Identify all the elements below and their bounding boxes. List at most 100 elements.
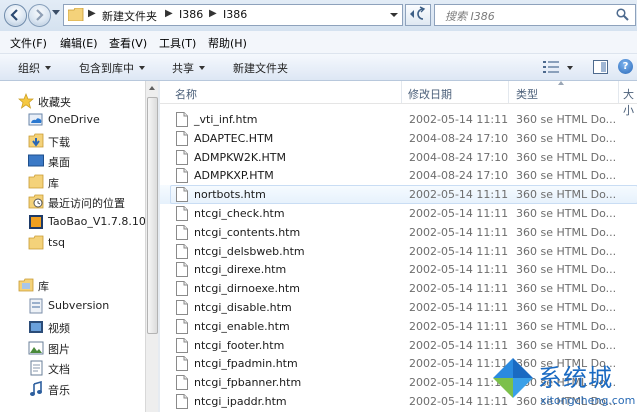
html-file-icon xyxy=(176,262,188,277)
scroll-up-arrow-icon[interactable] xyxy=(149,86,155,90)
file-name: ntcgi_fpadmin.htm xyxy=(194,357,298,370)
scrollbar-thumb[interactable] xyxy=(147,97,158,334)
refresh-button[interactable] xyxy=(405,4,431,26)
file-modified-date: 2002-05-14 11:11 xyxy=(409,339,509,352)
file-row[interactable]: ntcgi_delsbweb.htm 2002-05-14 11:11 360 se… xyxy=(160,242,637,261)
share-button[interactable]: 共享 xyxy=(172,60,205,76)
breadcrumb-i386-current[interactable]: I386 xyxy=(223,8,247,21)
breadcrumb-separator-icon[interactable]: ▶ xyxy=(88,8,96,19)
file-row[interactable]: ntcgi_footer.htm 2002-05-14 11:11 360 se H… xyxy=(160,336,637,355)
file-row[interactable]: ADMPKXP.HTM 2004-08-24 17:10 360 se HTML D… xyxy=(160,166,637,185)
new-folder-button[interactable]: 新建文件夹 xyxy=(233,60,288,76)
nav-pane-scrollbar[interactable] xyxy=(145,81,158,412)
sort-indicator-icon xyxy=(558,81,564,85)
nav-item-label: 库 xyxy=(48,177,59,190)
share-label: 共享 xyxy=(172,62,194,75)
file-type: 360 se HTML Do... xyxy=(516,113,617,126)
file-row[interactable]: ntcgi_check.htm 2002-05-14 11:11 360 se HT… xyxy=(160,204,637,223)
file-name: ntcgi_check.htm xyxy=(194,207,285,220)
nav-item-label: Subversion xyxy=(48,299,110,312)
html-file-icon xyxy=(176,225,188,240)
desktop-icon xyxy=(28,154,44,167)
address-breadcrumb[interactable]: ▶ 新建文件夹 ▶ I386 ▶ I386 xyxy=(63,4,403,26)
library-folder-icon xyxy=(28,174,44,189)
breadcrumb-separator-icon[interactable]: ▶ xyxy=(209,8,217,19)
file-row[interactable]: _vti_inf.htm 2002-05-14 11:11 360 se HTML … xyxy=(160,110,637,129)
file-row[interactable]: ADMPKW2K.HTM 2004-08-24 17:10 360 se HTML … xyxy=(160,148,637,167)
file-modified-date: 2002-05-14 11:11 xyxy=(409,263,509,276)
watermark-url: xitongcheng.com xyxy=(540,394,636,407)
breadcrumb-i386-parent[interactable]: I386 xyxy=(179,8,203,21)
organize-button[interactable]: 组织 xyxy=(18,60,51,76)
view-options-dropdown[interactable] xyxy=(567,66,573,70)
html-file-icon xyxy=(176,187,188,202)
command-bar: 组织 包含到库中 共享 新建文件夹 ? xyxy=(0,54,637,81)
html-file-icon xyxy=(176,150,188,165)
html-file-icon xyxy=(176,356,188,371)
preview-pane-icon[interactable] xyxy=(593,60,608,74)
change-view-icon[interactable] xyxy=(543,61,559,73)
taobao-folder-icon xyxy=(29,215,43,229)
star-icon xyxy=(18,93,34,109)
help-icon[interactable]: ? xyxy=(618,59,633,74)
menu-file[interactable]: 文件(F) xyxy=(10,35,47,51)
file-modified-date: 2002-05-14 11:11 xyxy=(409,320,509,333)
search-input[interactable]: 搜索 I386 xyxy=(434,4,636,26)
file-row[interactable]: ntcgi_enable.htm 2002-05-14 11:11 360 se H… xyxy=(160,317,637,336)
column-divider[interactable] xyxy=(401,81,402,103)
search-icon[interactable] xyxy=(616,8,629,21)
nav-item-label: OneDrive xyxy=(48,113,100,126)
include-in-library-button[interactable]: 包含到库中 xyxy=(79,60,145,76)
file-name: _vti_inf.htm xyxy=(194,113,258,126)
recent-pages-dropdown[interactable] xyxy=(52,10,60,15)
file-type: 360 se HTML Do... xyxy=(516,301,617,314)
dropdown-caret-icon xyxy=(139,66,145,70)
nav-item-label: 音乐 xyxy=(48,384,70,397)
file-row[interactable]: ntcgi_dirnoexe.htm 2002-05-14 11:11 360 se… xyxy=(160,279,637,298)
column-divider[interactable] xyxy=(508,81,509,103)
menu-help[interactable]: 帮助(H) xyxy=(208,35,247,51)
recent-places-icon xyxy=(28,194,44,209)
menu-edit[interactable]: 编辑(E) xyxy=(60,35,98,51)
file-row[interactable]: ADAPTEC.HTM 2004-08-24 17:10 360 se HTML D… xyxy=(160,129,637,148)
column-header-type[interactable]: 类型 xyxy=(516,86,538,102)
watermark-text: 系统城 xyxy=(538,364,613,392)
file-row[interactable]: nortbots.htm 2002-05-14 11:11 360 se HTML … xyxy=(160,185,637,204)
file-modified-date: 2002-05-14 11:11 xyxy=(409,188,509,201)
column-header-name[interactable]: 名称 xyxy=(175,86,197,102)
column-divider[interactable] xyxy=(618,81,619,103)
include-in-library-label: 包含到库中 xyxy=(79,62,134,75)
file-name: ntcgi_fpbanner.htm xyxy=(194,376,302,389)
nav-favorites-label: 收藏夹 xyxy=(38,96,71,109)
file-name: ntcgi_footer.htm xyxy=(194,339,285,352)
column-header-date[interactable]: 修改日期 xyxy=(408,86,452,102)
file-row[interactable]: ntcgi_contents.htm 2002-05-14 11:11 360 se… xyxy=(160,223,637,242)
file-modified-date: 2002-05-14 11:11 xyxy=(409,113,509,126)
folder-icon xyxy=(28,235,44,250)
file-name: ntcgi_enable.htm xyxy=(194,320,290,333)
menu-tools[interactable]: 工具(T) xyxy=(159,35,196,51)
html-file-icon xyxy=(176,206,188,221)
file-type: 360 se HTML Do... xyxy=(516,282,617,295)
file-type: 360 se HTML Do... xyxy=(516,169,617,182)
breadcrumb-new-folder[interactable]: 新建文件夹 xyxy=(102,8,157,24)
file-name: ntcgi_ipaddr.htm xyxy=(194,395,287,408)
back-button[interactable] xyxy=(4,4,27,27)
forward-button[interactable] xyxy=(28,4,51,27)
file-name: nortbots.htm xyxy=(194,188,266,201)
file-row[interactable]: ntcgi_disable.htm 2002-05-14 11:11 360 se … xyxy=(160,298,637,317)
file-row[interactable]: ntcgi_direxe.htm 2002-05-14 11:11 360 se H… xyxy=(160,260,637,279)
address-history-dropdown[interactable] xyxy=(390,13,398,17)
file-type: 360 se HTML Do... xyxy=(516,226,617,239)
menu-bar: 文件(F) 编辑(E) 查看(V) 工具(T) 帮助(H) xyxy=(0,31,637,54)
file-modified-date: 2002-05-14 11:11 xyxy=(409,207,509,220)
file-name: ntcgi_direxe.htm xyxy=(194,263,287,276)
file-list-header: 名称 修改日期 类型 大小 xyxy=(160,81,637,117)
nav-item-label: TaoBao_V1.7.8.10_ xyxy=(48,215,152,228)
file-modified-date: 2004-08-24 17:10 xyxy=(409,151,509,164)
html-file-icon xyxy=(176,281,188,296)
html-file-icon xyxy=(176,394,188,409)
videos-library-icon xyxy=(29,321,43,333)
breadcrumb-separator-icon[interactable]: ▶ xyxy=(165,8,173,19)
menu-view[interactable]: 查看(V) xyxy=(109,35,147,51)
